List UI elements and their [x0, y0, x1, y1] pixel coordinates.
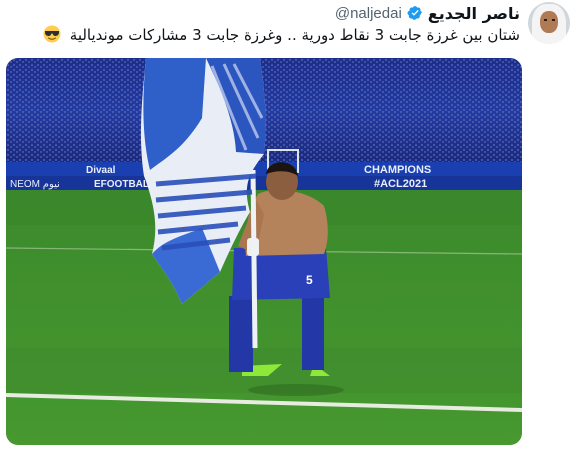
author-handle[interactable]: @naljedai	[335, 5, 402, 22]
advertising-boards: Divaal NEOM نيوم EFOOTBALL CHAMPIONS #AC…	[6, 162, 522, 190]
ad-board-right-1: CHAMPIONS	[364, 164, 431, 176]
flag-pole	[250, 169, 258, 349]
tweet-text: شتان بين غرزة جابت 3 نقاط دورية .. وغرزة…	[20, 24, 520, 46]
tweet-text-content: شتان بين غرزة جابت 3 نقاط دورية .. وغرزة…	[69, 26, 520, 44]
shirt-number: 5	[306, 273, 313, 287]
author-avatar[interactable]	[528, 2, 570, 44]
ad-board-left-2: NEOM نيوم	[10, 179, 60, 190]
ad-board-left-1: Divaal	[86, 165, 116, 176]
tweet-header: ناصر الجديع @naljedai	[335, 3, 520, 23]
tweet-media-photo[interactable]: Divaal NEOM نيوم EFOOTBALL CHAMPIONS #AC…	[6, 58, 522, 445]
match-photo: Divaal NEOM نيوم EFOOTBALL CHAMPIONS #AC…	[6, 58, 522, 445]
author-name[interactable]: ناصر الجديع	[428, 4, 520, 23]
ad-board-right-2: #ACL2021	[374, 178, 427, 190]
sunglasses-emoji-icon	[43, 25, 61, 43]
verified-badge-icon	[407, 6, 422, 20]
